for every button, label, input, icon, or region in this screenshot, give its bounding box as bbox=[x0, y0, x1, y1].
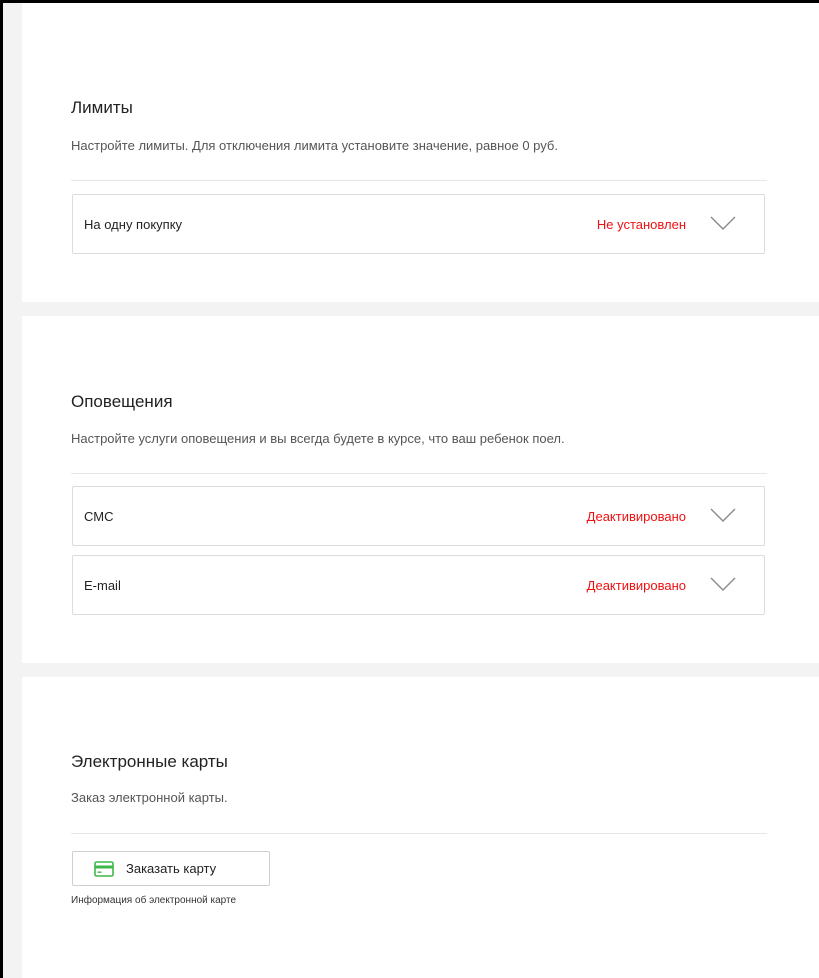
card-info-link[interactable]: Информация об электронной карте bbox=[71, 895, 236, 906]
chevron-down-icon[interactable] bbox=[710, 215, 736, 231]
limit-per-purchase-label: На одну покупку bbox=[84, 217, 183, 232]
chevron-down-icon[interactable] bbox=[710, 507, 736, 523]
limits-description: Настройте лимиты. Для отключения лимита … bbox=[71, 138, 558, 153]
electronic-cards-section: Электронные карты Заказ электронной карт… bbox=[22, 677, 819, 978]
credit-card-icon bbox=[94, 861, 114, 877]
cards-divider bbox=[71, 833, 767, 834]
limits-divider bbox=[71, 180, 767, 181]
notifications-description: Настройте услуги оповещения и вы всегда … bbox=[71, 431, 565, 446]
chevron-down-icon[interactable] bbox=[710, 576, 736, 592]
limits-section: Лимиты Настройте лимиты. Для отключения … bbox=[22, 3, 819, 302]
notification-sms-label: СМС bbox=[84, 509, 114, 524]
notification-email-label: E-mail bbox=[84, 578, 121, 593]
window-frame-left bbox=[0, 0, 3, 978]
cards-title: Электронные карты bbox=[71, 752, 228, 771]
notifications-divider bbox=[71, 473, 767, 474]
limits-title: Лимиты bbox=[71, 98, 133, 117]
notification-sms-status: Деактивировано bbox=[586, 509, 686, 524]
notification-email-row[interactable]: E-mail Деактивировано bbox=[72, 555, 765, 615]
notifications-title: Оповещения bbox=[71, 392, 173, 411]
limit-per-purchase-row[interactable]: На одну покупку Не установлен bbox=[72, 194, 765, 254]
notification-sms-row[interactable]: СМС Деактивировано bbox=[72, 486, 765, 546]
notification-email-status: Деактивировано bbox=[586, 578, 686, 593]
cards-description: Заказ электронной карты. bbox=[71, 790, 228, 805]
notifications-section: Оповещения Настройте услуги оповещения и… bbox=[22, 316, 819, 663]
limit-per-purchase-status: Не установлен bbox=[596, 217, 686, 232]
order-card-label: Заказать карту bbox=[126, 861, 217, 876]
order-card-button[interactable]: Заказать карту bbox=[72, 851, 270, 886]
